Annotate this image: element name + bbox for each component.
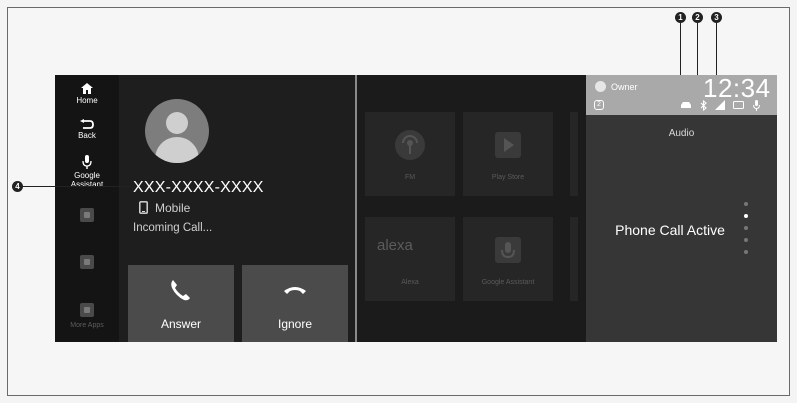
car-icon: [681, 102, 691, 108]
callout-4-line: [23, 186, 133, 187]
nav-more-apps[interactable]: More Apps: [55, 303, 119, 330]
callout-2: 2: [692, 12, 703, 23]
nav-home-label: Home: [76, 96, 98, 105]
nav-back[interactable]: Back: [55, 119, 119, 140]
nav-google-assistant[interactable]: Google Assistant: [55, 155, 119, 189]
caller-number: XXX-XXXX-XXXX: [133, 179, 264, 196]
hang-up-icon: [284, 287, 306, 294]
page-dot-3[interactable]: [744, 226, 748, 230]
nav-shortcut-2-icon: [80, 255, 94, 269]
nav-shortcut-1[interactable]: [55, 208, 119, 225]
side-nav: Home Back Google Assistant More Apps: [55, 75, 119, 342]
more-apps-icon: [80, 303, 94, 317]
profile-badge: 2: [594, 100, 604, 110]
mobile-phone-icon: [139, 201, 148, 214]
infotainment-screen: Home Back Google Assistant More Apps XXX…: [55, 75, 777, 342]
answer-button[interactable]: Answer: [128, 265, 234, 342]
ignore-button[interactable]: Ignore: [242, 265, 348, 342]
app-label-google-assistant: Google Assistant: [481, 279, 535, 286]
app-tile-partial-1[interactable]: [570, 112, 578, 196]
signal-strength-icon: [715, 100, 725, 110]
nav-more-apps-label: More Apps: [70, 322, 104, 329]
alexa-logo: alexa: [377, 237, 413, 254]
app-label-fm: FM: [404, 174, 416, 181]
avatar-head: [166, 112, 188, 134]
app-tile-partial-2[interactable]: [570, 217, 578, 301]
owner-avatar: [595, 81, 606, 92]
back-icon: [80, 119, 94, 129]
app-label-play-store: Play Store: [491, 174, 525, 181]
nav-shortcut-1-icon: [80, 208, 94, 222]
app-label-alexa: Alexa: [401, 279, 419, 286]
callout-4: 4: [12, 181, 23, 192]
ignore-label: Ignore: [277, 317, 313, 331]
status-bar: Owner 12:34 2: [586, 75, 777, 115]
profile-number: 2: [597, 101, 601, 108]
page-dot-1[interactable]: [744, 202, 748, 206]
page-dot-4[interactable]: [744, 238, 748, 242]
callout-3: 3: [711, 12, 722, 23]
phone-type-label: Mobile: [155, 201, 191, 215]
phone-call-active-text: Phone Call Active: [615, 222, 725, 238]
nav-back-label: Back: [78, 131, 96, 140]
page-dot-2-active[interactable]: [744, 214, 748, 218]
text-message-icon: [733, 101, 744, 109]
bluetooth-icon: [700, 100, 707, 111]
caller-avatar: [145, 99, 209, 163]
play-store-icon: [495, 132, 521, 158]
answer-icon: [171, 280, 190, 301]
app-tile-fm[interactable]: FM: [365, 112, 455, 196]
app-tile-alexa[interactable]: alexa Alexa: [365, 217, 455, 301]
answer-label: Answer: [160, 317, 201, 331]
microphone-icon: [82, 155, 92, 169]
microphone-icon: [495, 237, 521, 263]
clock: 12:34: [703, 75, 771, 103]
audio-label: Audio: [668, 128, 695, 139]
callout-1: 1: [675, 12, 686, 23]
audio-panel: Owner 12:34 2 Audio Phone Call Active: [586, 75, 777, 342]
radio-icon: [395, 130, 425, 160]
microphone-icon: [753, 100, 760, 111]
home-icon: [81, 83, 93, 94]
app-tile-play-store[interactable]: Play Store: [463, 112, 553, 196]
app-grid: FM Play Store alexa Alexa Google Assista…: [357, 75, 586, 342]
incoming-call-panel: XXX-XXXX-XXXX Mobile Incoming Call... An…: [119, 75, 355, 342]
app-tile-google-assistant[interactable]: Google Assistant: [463, 217, 553, 301]
nav-shortcut-2[interactable]: [55, 255, 119, 272]
avatar-body: [155, 137, 199, 163]
nav-home[interactable]: Home: [55, 83, 119, 105]
owner-name[interactable]: Owner: [611, 82, 638, 92]
call-status: Incoming Call...: [133, 222, 213, 234]
page-dot-5[interactable]: [744, 250, 748, 254]
